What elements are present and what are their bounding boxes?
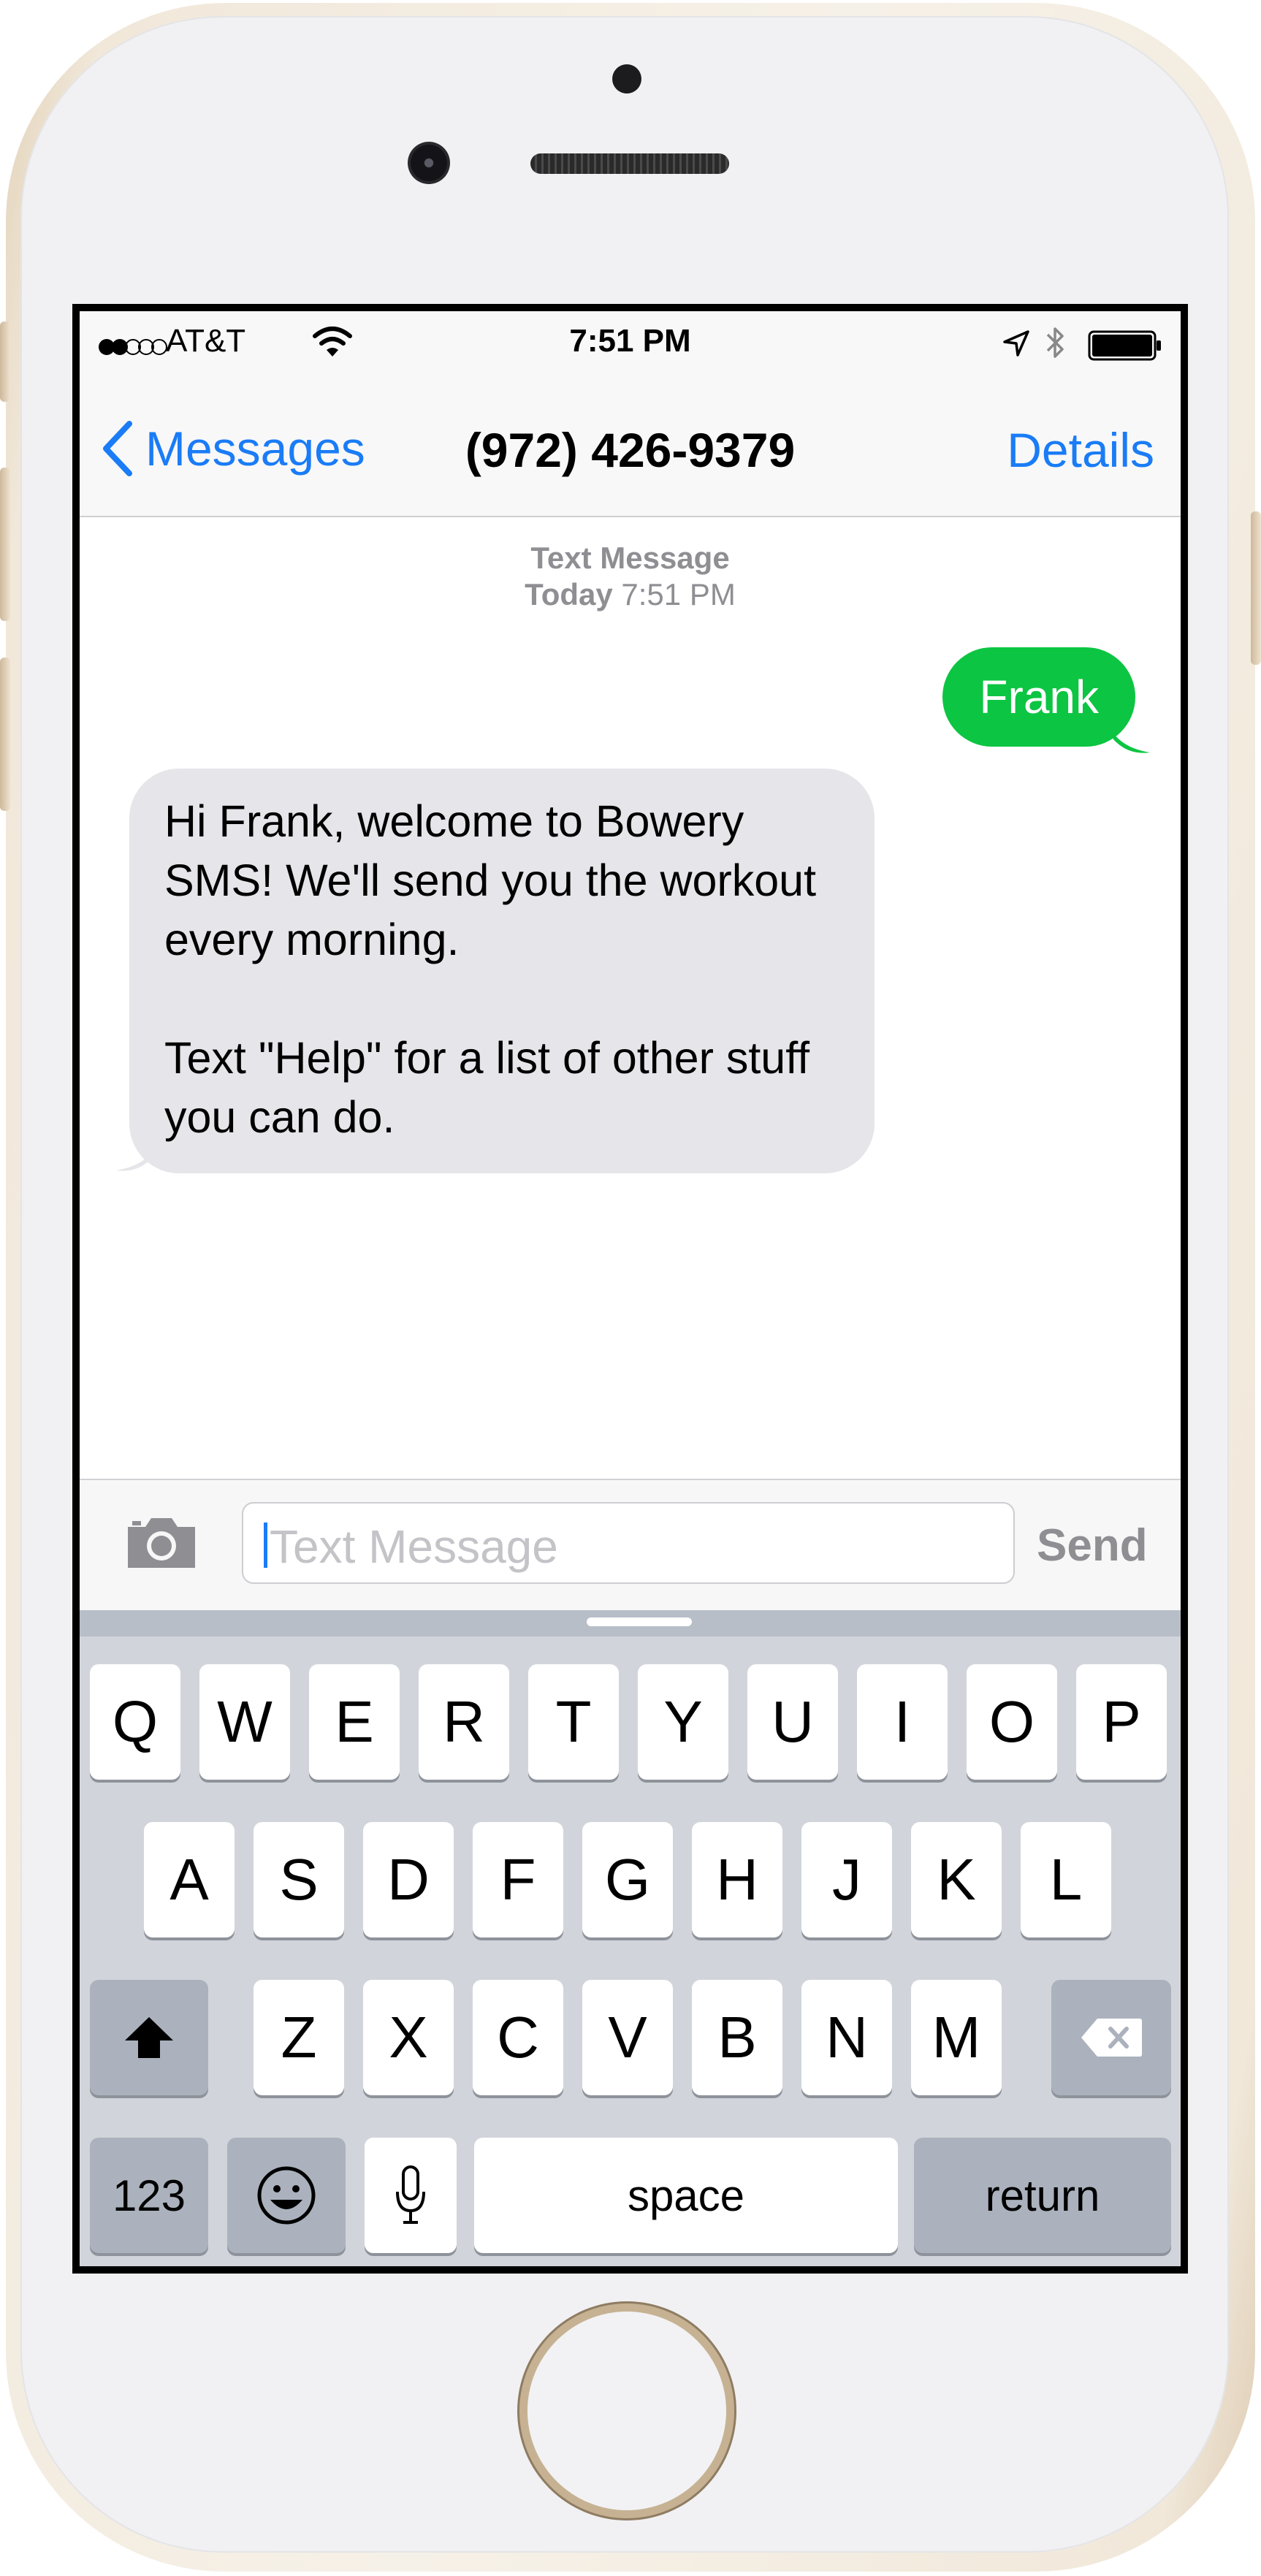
- message-text-field[interactable]: Text Message: [242, 1502, 1015, 1584]
- key-a[interactable]: A: [144, 1822, 235, 1937]
- key-v[interactable]: V: [582, 1980, 673, 2095]
- key-q[interactable]: Q: [90, 1664, 180, 1780]
- key-o[interactable]: O: [967, 1664, 1057, 1780]
- numbers-key[interactable]: 123: [90, 2138, 208, 2253]
- mute-switch: [0, 321, 10, 402]
- key-r[interactable]: R: [419, 1664, 509, 1780]
- send-button[interactable]: Send: [1037, 1520, 1148, 1571]
- key-k[interactable]: K: [911, 1822, 1002, 1937]
- shift-key[interactable]: [90, 1980, 208, 2095]
- incoming-message-paragraph: Hi Frank, welcome to Bowery SMS! We'll s…: [164, 796, 817, 964]
- location-arrow-icon: [1003, 330, 1029, 357]
- key-i[interactable]: I: [857, 1664, 948, 1780]
- key-j[interactable]: J: [801, 1822, 892, 1937]
- key-x[interactable]: X: [363, 1980, 454, 2095]
- key-l[interactable]: L: [1021, 1822, 1111, 1937]
- key-w[interactable]: W: [199, 1664, 290, 1780]
- key-s[interactable]: S: [254, 1822, 344, 1937]
- power-button: [1251, 511, 1261, 665]
- key-e[interactable]: E: [309, 1664, 400, 1780]
- battery-icon: [1088, 330, 1161, 361]
- text-caret: [264, 1523, 267, 1568]
- incoming-message-paragraph: Text "Help" for a list of other stuff yo…: [164, 1033, 810, 1142]
- key-f[interactable]: F: [473, 1822, 563, 1937]
- message-timestamp: Today 7:51 PM: [80, 577, 1181, 612]
- volume-up-button: [0, 468, 10, 621]
- home-button[interactable]: [527, 2312, 726, 2510]
- keyboard-drag-area[interactable]: [80, 1610, 1181, 1636]
- outgoing-message-text: Frank: [979, 671, 1099, 723]
- timestamp-time: 7:51 PM: [621, 577, 736, 611]
- return-key[interactable]: return: [914, 2138, 1171, 2253]
- outgoing-message-bubble[interactable]: Frank: [942, 647, 1135, 747]
- key-y[interactable]: Y: [638, 1664, 728, 1780]
- message-input-bar: Text Message Send: [80, 1479, 1181, 1612]
- microphone-icon: [396, 2165, 425, 2224]
- bluetooth-icon: [1046, 327, 1064, 358]
- emoji-key[interactable]: [227, 2138, 346, 2253]
- backspace-key[interactable]: [1051, 1980, 1171, 2095]
- key-t[interactable]: T: [528, 1664, 619, 1780]
- key-m[interactable]: M: [911, 1980, 1002, 2095]
- dictation-key[interactable]: [365, 2138, 457, 2253]
- backspace-icon: [1081, 2019, 1142, 2057]
- timestamp-day: Today: [525, 577, 613, 611]
- volume-down-button: [0, 658, 10, 811]
- message-type-label: Text Message: [530, 541, 730, 575]
- earpiece-speaker: [530, 153, 729, 174]
- shift-icon: [125, 2017, 173, 2058]
- key-p[interactable]: P: [1076, 1664, 1167, 1780]
- messages-app: AT&T 7:51 PM Messages (972) 426-9379 Det…: [80, 311, 1181, 2266]
- key-h[interactable]: H: [692, 1822, 782, 1937]
- incoming-message-bubble[interactable]: Hi Frank, welcome to Bowery SMS! We'll s…: [129, 769, 875, 1173]
- keyboard: QWERTYUIOP ASDFGHJKL ZXCVBNM 123 space r…: [80, 1610, 1181, 2266]
- navigation-bar: Messages (972) 426-9379 Details: [80, 381, 1181, 517]
- emoji-icon: [257, 2166, 316, 2225]
- key-d[interactable]: D: [363, 1822, 454, 1937]
- message-placeholder: Text Message: [270, 1520, 558, 1573]
- key-n[interactable]: N: [801, 1980, 892, 2095]
- key-z[interactable]: Z: [254, 1980, 344, 2095]
- camera-icon[interactable]: [123, 1512, 199, 1571]
- front-camera: [408, 142, 450, 184]
- status-bar: AT&T 7:51 PM: [80, 311, 1181, 381]
- key-u[interactable]: U: [747, 1664, 838, 1780]
- space-key[interactable]: space: [474, 2138, 898, 2253]
- proximity-sensor: [612, 64, 641, 94]
- key-c[interactable]: C: [473, 1980, 563, 2095]
- key-g[interactable]: G: [582, 1822, 673, 1937]
- key-b[interactable]: B: [692, 1980, 782, 2095]
- keyboard-handle[interactable]: [587, 1617, 692, 1626]
- screen: AT&T 7:51 PM Messages (972) 426-9379 Det…: [72, 304, 1188, 2274]
- details-button[interactable]: Details: [1007, 422, 1154, 478]
